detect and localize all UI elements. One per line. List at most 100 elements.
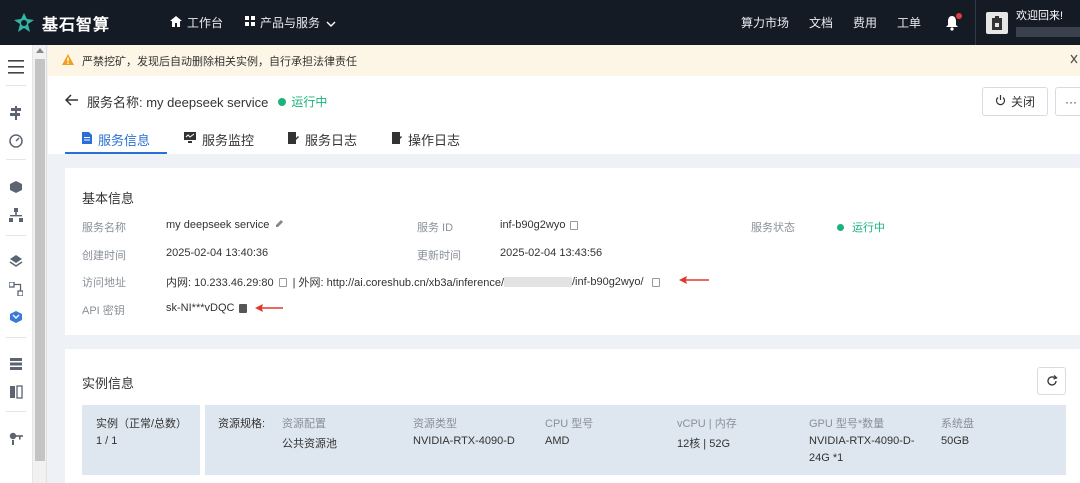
sidebar-scrollbar[interactable] [33, 45, 47, 483]
bell-icon[interactable] [945, 12, 962, 31]
tab-service-monitor[interactable]: 服务监控 [167, 124, 271, 154]
access-address-value: 内网: 10.233.46.29:80 | 外网: http://ai.core… [166, 274, 660, 290]
shutdown-label: 关闭 [1010, 95, 1035, 109]
book-icon[interactable] [8, 384, 24, 400]
vcpu-memory-value: 12核 | 52G [677, 438, 730, 450]
link-billing[interactable]: 费用 [853, 14, 877, 31]
instance-count-label: 实例（正常/总数） [96, 418, 188, 430]
log-icon [288, 131, 300, 147]
api-key-value: sk-NI***vDQC [166, 302, 235, 314]
nav-divider [6, 159, 26, 160]
resource-type-value: NVIDIA-RTX-4090-D [413, 435, 515, 447]
model-icon[interactable] [8, 309, 24, 325]
cube-icon[interactable] [8, 179, 24, 195]
service-id-label: 服务 ID [417, 222, 454, 234]
service-name-value: my deepseek service [166, 219, 284, 231]
nav-divider [6, 235, 26, 236]
link-compute-market[interactable]: 算力市场 [741, 14, 789, 31]
resource-spec-panel: 资源规格: 资源配置 公共资源池 资源类型 NVIDIA-RTX-4090-D … [205, 405, 1066, 475]
instance-count-value: 1 / 1 [96, 435, 118, 447]
resource-spec-label: 资源规格: [218, 418, 266, 430]
vcpu-memory-header: vCPU | 内存 [677, 418, 737, 430]
scroll-thumb[interactable] [35, 59, 45, 461]
tab-service-info-label: 服务信息 [98, 132, 151, 148]
layers-icon[interactable] [8, 253, 24, 269]
nav-products-label: 产品与服务 [260, 16, 321, 30]
refresh-button[interactable] [1037, 367, 1066, 395]
grid-icon [245, 16, 256, 29]
instance-info-card: 实例信息 实例（正常/总数） 1 / 1 资源规格: 资源配置 公共资源池 资源… [65, 349, 1080, 483]
notification-dot [956, 12, 962, 19]
welcome-text: 欢迎回来! [1016, 9, 1064, 22]
menu-icon[interactable] [8, 59, 24, 75]
nav-workbench-label: 工作台 [187, 16, 224, 30]
page-title: 服务名称: my deepseek service [87, 95, 269, 110]
warning-text: 严禁挖矿，发现后自动删除相关实例，自行承担法律责任 [82, 55, 357, 68]
access-address-label: 访问地址 [82, 277, 126, 289]
operation-log-icon [391, 131, 403, 147]
tab-service-logs[interactable]: 服务日志 [271, 124, 374, 154]
copy-icon[interactable] [239, 303, 248, 313]
service-status-label: 服务状态 [751, 222, 795, 234]
power-icon [995, 94, 1006, 109]
document-icon [82, 131, 92, 147]
signpost-icon[interactable] [8, 105, 24, 121]
avatar [986, 11, 1008, 34]
hierarchy-icon[interactable] [8, 207, 24, 223]
created-time-value: 2025-02-04 13:40:36 [166, 247, 269, 259]
cpu-model-header: CPU 型号 [545, 418, 594, 430]
updated-time-label: 更新时间 [417, 250, 461, 262]
annotation-arrow-icon [679, 276, 709, 284]
nav-workbench[interactable]: 工作台 [170, 14, 223, 31]
tab-service-monitor-label: 服务监控 [202, 132, 255, 148]
updated-time-value: 2025-02-04 13:43:56 [500, 247, 603, 259]
system-disk-header: 系统盘 [941, 418, 974, 430]
list-icon[interactable] [8, 356, 24, 372]
warning-icon [62, 53, 74, 68]
gauge-icon[interactable] [8, 133, 24, 149]
brand-logo[interactable]: 基石智算 [12, 11, 152, 35]
copy-icon[interactable] [651, 277, 660, 287]
nav-divider [6, 85, 26, 86]
gpu-model-header: GPU 型号*数量 [809, 418, 885, 430]
service-id-value: inf-b90g2wyo [500, 219, 566, 231]
monitor-icon [184, 132, 197, 146]
blurred-region [504, 277, 572, 287]
link-tickets[interactable]: 工单 [897, 14, 921, 31]
status-dot [278, 97, 287, 106]
nav-products-services[interactable]: 产品与服务 [245, 14, 336, 31]
instance-count-panel: 实例（正常/总数） 1 / 1 [82, 405, 200, 475]
scroll-up-arrow-icon[interactable] [36, 48, 44, 53]
resource-config-header: 资源配置 [282, 418, 326, 430]
user-menu[interactable]: 欢迎回来! [975, 0, 1080, 45]
basic-info-card: 基本信息 服务名称 my deepseek service 服务 ID inf-… [65, 168, 1080, 335]
link-docs[interactable]: 文档 [809, 14, 833, 31]
tab-service-logs-label: 服务日志 [305, 132, 358, 148]
chevron-down-icon [326, 16, 336, 30]
service-name-label: 服务名称 [82, 222, 126, 234]
nav-divider [6, 337, 26, 338]
copy-icon[interactable] [570, 220, 579, 230]
tab-operation-logs[interactable]: 操作日志 [374, 124, 477, 154]
refresh-icon [1046, 375, 1058, 386]
shutdown-button[interactable]: 关闭 [982, 87, 1048, 116]
nav-divider [6, 411, 26, 412]
system-disk-value: 50GB [941, 435, 970, 447]
key-icon[interactable] [8, 430, 24, 446]
edit-icon[interactable] [275, 219, 284, 231]
more-actions-button[interactable]: ··· [1055, 87, 1080, 116]
tab-bar: 服务信息 服务监控 服务日志 操作日志 [65, 124, 477, 154]
tab-service-info[interactable]: 服务信息 [65, 124, 168, 154]
tab-operation-logs-label: 操作日志 [408, 132, 461, 148]
status-dot [837, 223, 844, 231]
logo-text: 基石智算 [42, 16, 111, 34]
instance-info-title: 实例信息 [82, 376, 135, 391]
external-address-tail: /inf-b90g2wyo/ [572, 276, 644, 288]
workflow-icon[interactable] [8, 281, 24, 297]
copy-icon[interactable] [278, 277, 287, 287]
back-arrow-icon[interactable] [64, 93, 79, 110]
close-icon[interactable] [1070, 53, 1078, 67]
internal-address: 内网: 10.233.46.29:80 [166, 277, 274, 289]
top-navigation-bar: 基石智算 工作台 产品与服务 算力市场 文档 费用 工单 欢迎回来! [0, 0, 1080, 45]
external-address: | 外网: http://ai.coreshub.cn/xb3a/inferen… [292, 277, 504, 289]
